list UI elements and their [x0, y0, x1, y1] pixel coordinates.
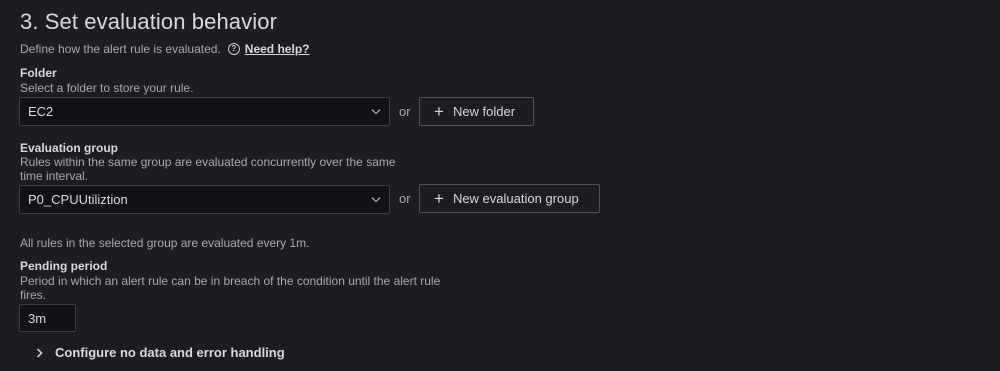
- evaluation-group-description: Rules within the same group are evaluate…: [20, 155, 396, 183]
- chevron-down-icon: [371, 195, 381, 205]
- folder-select[interactable]: EC2: [19, 97, 390, 126]
- or-text: or: [399, 104, 411, 119]
- new-folder-button[interactable]: + New folder: [419, 97, 534, 126]
- pending-period-description: Period in which an alert rule can be in …: [20, 274, 440, 302]
- new-folder-label: New folder: [452, 104, 516, 119]
- help-link-label: Need help?: [244, 42, 310, 56]
- evaluation-group-description-line1: Rules within the same group are evaluate…: [20, 155, 396, 169]
- chevron-down-icon: [371, 107, 381, 117]
- folder-description: Select a folder to store your rule.: [20, 81, 194, 95]
- new-evaluation-group-label: New evaluation group: [452, 191, 579, 206]
- section-description-row: Define how the alert rule is evaluated. …: [20, 42, 309, 56]
- evaluation-interval-info: All rules in the selected group are eval…: [20, 236, 310, 250]
- or-text: or: [399, 191, 411, 206]
- evaluation-group-select-value: P0_CPUUtiliztion: [28, 192, 128, 207]
- question-circle-icon: ?: [227, 43, 240, 55]
- pending-period-label: Pending period: [20, 259, 108, 273]
- evaluation-behavior-section: 3. Set evaluation behavior Define how th…: [0, 0, 1000, 371]
- pending-period-input[interactable]: 3m: [19, 304, 76, 332]
- folder-select-value: EC2: [28, 104, 54, 119]
- help-link[interactable]: ? Need help?: [227, 42, 310, 56]
- section-description: Define how the alert rule is evaluated.: [20, 42, 221, 56]
- pending-period-description-line1: Period in which an alert rule can be in …: [20, 274, 441, 288]
- plus-icon: +: [434, 188, 444, 208]
- pending-period-value: 3m: [28, 310, 47, 326]
- section-title: 3. Set evaluation behavior: [20, 9, 277, 34]
- pending-period-description-line2: fires.: [20, 288, 47, 302]
- chevron-right-icon: [36, 347, 43, 358]
- evaluation-group-label: Evaluation group: [20, 141, 119, 155]
- plus-icon: +: [434, 101, 444, 121]
- no-data-error-handling-toggle[interactable]: Configure no data and error handling: [36, 345, 285, 360]
- new-evaluation-group-button[interactable]: + New evaluation group: [419, 184, 600, 213]
- evaluation-group-description-line2: time interval.: [20, 169, 89, 183]
- folder-label: Folder: [20, 66, 57, 80]
- no-data-error-handling-label: Configure no data and error handling: [55, 345, 285, 360]
- evaluation-group-select[interactable]: P0_CPUUtiliztion: [19, 185, 390, 214]
